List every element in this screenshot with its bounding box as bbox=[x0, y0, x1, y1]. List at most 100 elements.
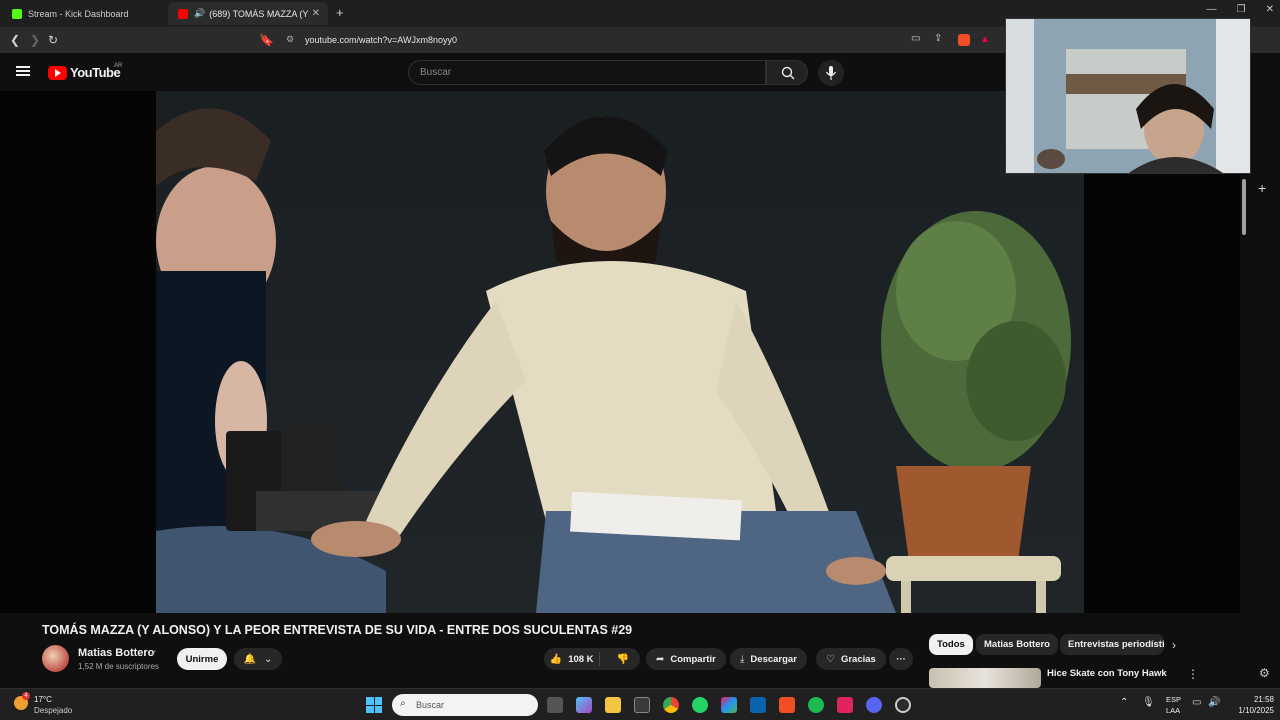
video-title: TOMÁS MAZZA (Y ALONSO) Y LA PEOR ENTREVI… bbox=[42, 623, 633, 637]
chevron-up-icon[interactable]: ⌃ bbox=[1120, 697, 1128, 708]
more-actions-button[interactable]: ··· bbox=[889, 648, 913, 670]
tab-youtube-video[interactable]: 🔊 (689) TOMÁS MAZZA (Y ALON ✕ bbox=[168, 2, 328, 25]
store-icon[interactable] bbox=[634, 697, 650, 713]
video-scene-illustration bbox=[156, 108, 1071, 613]
new-tab-button[interactable]: + bbox=[336, 5, 344, 20]
dislike-button[interactable]: 👎 bbox=[606, 654, 640, 665]
site-info-icon[interactable]: ⚙ bbox=[286, 34, 294, 45]
video-frame bbox=[156, 91, 1084, 613]
bookmark-icon[interactable]: 🔖 bbox=[259, 33, 274, 47]
slack-icon[interactable] bbox=[721, 697, 737, 713]
discord-icon[interactable] bbox=[866, 697, 882, 713]
tab-kick-dashboard[interactable]: Stream - Kick Dashboard bbox=[2, 2, 168, 25]
reload-icon[interactable]: ↻ bbox=[48, 33, 58, 47]
taskbar-search-input[interactable]: ⌕ Buscar bbox=[392, 694, 538, 716]
chevron-down-icon: ⌄ bbox=[264, 653, 273, 665]
window-controls: — ❐ ✕ bbox=[1207, 4, 1274, 15]
notification-button[interactable]: 🔔 ⌄ bbox=[234, 648, 282, 670]
search-icon bbox=[781, 66, 795, 80]
address-bar[interactable]: ⚙ youtube.com/watch?v=AWJxm8noyy0 bbox=[280, 30, 1000, 50]
forward-icon[interactable]: ❯ bbox=[30, 33, 40, 47]
obs-icon[interactable] bbox=[895, 697, 911, 713]
copilot-icon[interactable] bbox=[576, 697, 592, 713]
heart-dollar-icon: ♡ bbox=[826, 653, 835, 665]
taskbar-search-placeholder: Buscar bbox=[416, 700, 445, 710]
tab-label: (689) TOMÁS MAZZA (Y ALON bbox=[209, 8, 309, 19]
thumbs-up-icon: 👍 bbox=[549, 653, 563, 665]
download-label: Descargar bbox=[750, 653, 797, 665]
search-icon: ⌕ bbox=[400, 698, 406, 709]
maximize-icon[interactable]: ❐ bbox=[1237, 4, 1246, 15]
file-explorer-icon[interactable] bbox=[605, 697, 621, 713]
task-view-icon[interactable] bbox=[547, 697, 563, 713]
voice-search-button[interactable] bbox=[818, 60, 844, 86]
spotify-icon[interactable] bbox=[808, 697, 824, 713]
more-icon: ··· bbox=[896, 653, 906, 665]
clock-date[interactable]: 1/10/2025 bbox=[1228, 706, 1274, 715]
page-scrollbar[interactable] bbox=[1240, 175, 1248, 685]
app-icon[interactable] bbox=[837, 697, 853, 713]
close-window-icon[interactable]: ✕ bbox=[1266, 4, 1274, 15]
search-input[interactable]: Buscar bbox=[408, 60, 766, 85]
url-text: youtube.com/watch?v=AWJxm8noyy0 bbox=[305, 35, 457, 45]
close-tab-icon[interactable]: ✕ bbox=[312, 8, 320, 19]
search-button[interactable] bbox=[766, 60, 808, 85]
clock-time[interactable]: 21:58 bbox=[1238, 695, 1274, 704]
windows-start-icon[interactable] bbox=[366, 697, 382, 713]
chip-todos[interactable]: Todos bbox=[929, 634, 973, 655]
webcam-overlay bbox=[1005, 18, 1251, 174]
share-button[interactable]: ➦ Compartir bbox=[646, 648, 726, 670]
youtube-wordmark: YouTube bbox=[70, 65, 121, 80]
channel-avatar[interactable] bbox=[42, 645, 69, 672]
youtube-play-icon bbox=[48, 65, 67, 80]
join-button[interactable]: Unirme bbox=[177, 648, 227, 670]
microphone-icon bbox=[825, 66, 837, 80]
add-icon[interactable]: + bbox=[1258, 180, 1266, 196]
cast-icon[interactable]: ▭ bbox=[911, 33, 920, 44]
share-icon: ➦ bbox=[656, 653, 665, 665]
share-page-icon[interactable]: ⇪ bbox=[934, 33, 942, 44]
recommendation-thumbnail[interactable] bbox=[929, 668, 1041, 688]
scrollbar-thumb[interactable] bbox=[1242, 179, 1246, 235]
channel-name[interactable]: Matias Bottero bbox=[78, 647, 154, 659]
back-icon[interactable]: ❮ bbox=[10, 33, 20, 47]
like-count: 108 K bbox=[568, 653, 594, 665]
chip-label: Entrevistas periodístic bbox=[1068, 639, 1164, 650]
youtube-logo[interactable]: YouTube bbox=[48, 65, 121, 80]
search-placeholder: Buscar bbox=[420, 67, 452, 78]
chrome-icon[interactable] bbox=[663, 697, 679, 713]
audio-icon: 🔊 bbox=[194, 8, 206, 18]
bell-icon: 🔔 bbox=[243, 653, 257, 665]
like-dislike-group: 👍 108 K 👎 bbox=[544, 648, 640, 670]
region-code: AR bbox=[114, 63, 123, 69]
thanks-label: Gracias bbox=[840, 653, 876, 665]
microphone-icon[interactable]: 🎙 bbox=[1142, 697, 1155, 708]
menu-icon[interactable] bbox=[16, 66, 30, 76]
gear-icon[interactable]: ⚙ bbox=[1259, 666, 1270, 680]
network-icon[interactable]: ▭ bbox=[1192, 697, 1201, 708]
language-indicator[interactable]: ESP bbox=[1166, 695, 1181, 704]
volume-icon[interactable]: 🔊 bbox=[1208, 697, 1220, 708]
chip-entrevistas[interactable]: Entrevistas periodístic bbox=[1060, 634, 1164, 655]
weather-badge: 4 bbox=[22, 692, 30, 700]
kick-icon bbox=[12, 8, 22, 19]
verified-icon: ✓ bbox=[150, 648, 158, 658]
brave-icon[interactable] bbox=[779, 697, 795, 713]
download-button[interactable]: ⤓ Descargar bbox=[730, 648, 807, 670]
youtube-icon bbox=[178, 8, 188, 19]
temperature[interactable]: 17°C bbox=[34, 695, 52, 704]
weather-description[interactable]: Despejado bbox=[34, 706, 72, 715]
minimize-icon[interactable]: — bbox=[1207, 4, 1217, 15]
brave-rewards-icon[interactable]: ▲ bbox=[980, 34, 990, 45]
like-button[interactable]: 👍 108 K bbox=[544, 652, 601, 666]
chip-label: Matias Bottero bbox=[984, 639, 1050, 650]
brave-shield-icon[interactable] bbox=[958, 34, 970, 46]
chevron-right-icon[interactable]: › bbox=[1172, 638, 1176, 652]
keyboard-layout[interactable]: LAA bbox=[1166, 706, 1180, 715]
whatsapp-icon[interactable] bbox=[692, 697, 708, 713]
thanks-button[interactable]: ♡ Gracias bbox=[816, 648, 886, 670]
more-vert-icon[interactable]: ⋮ bbox=[1187, 667, 1199, 681]
outlook-icon[interactable] bbox=[750, 697, 766, 713]
chip-matias-bottero[interactable]: Matias Bottero bbox=[976, 634, 1058, 655]
recommendation-title[interactable]: Hice Skate con Tony Hawk bbox=[1047, 668, 1167, 679]
